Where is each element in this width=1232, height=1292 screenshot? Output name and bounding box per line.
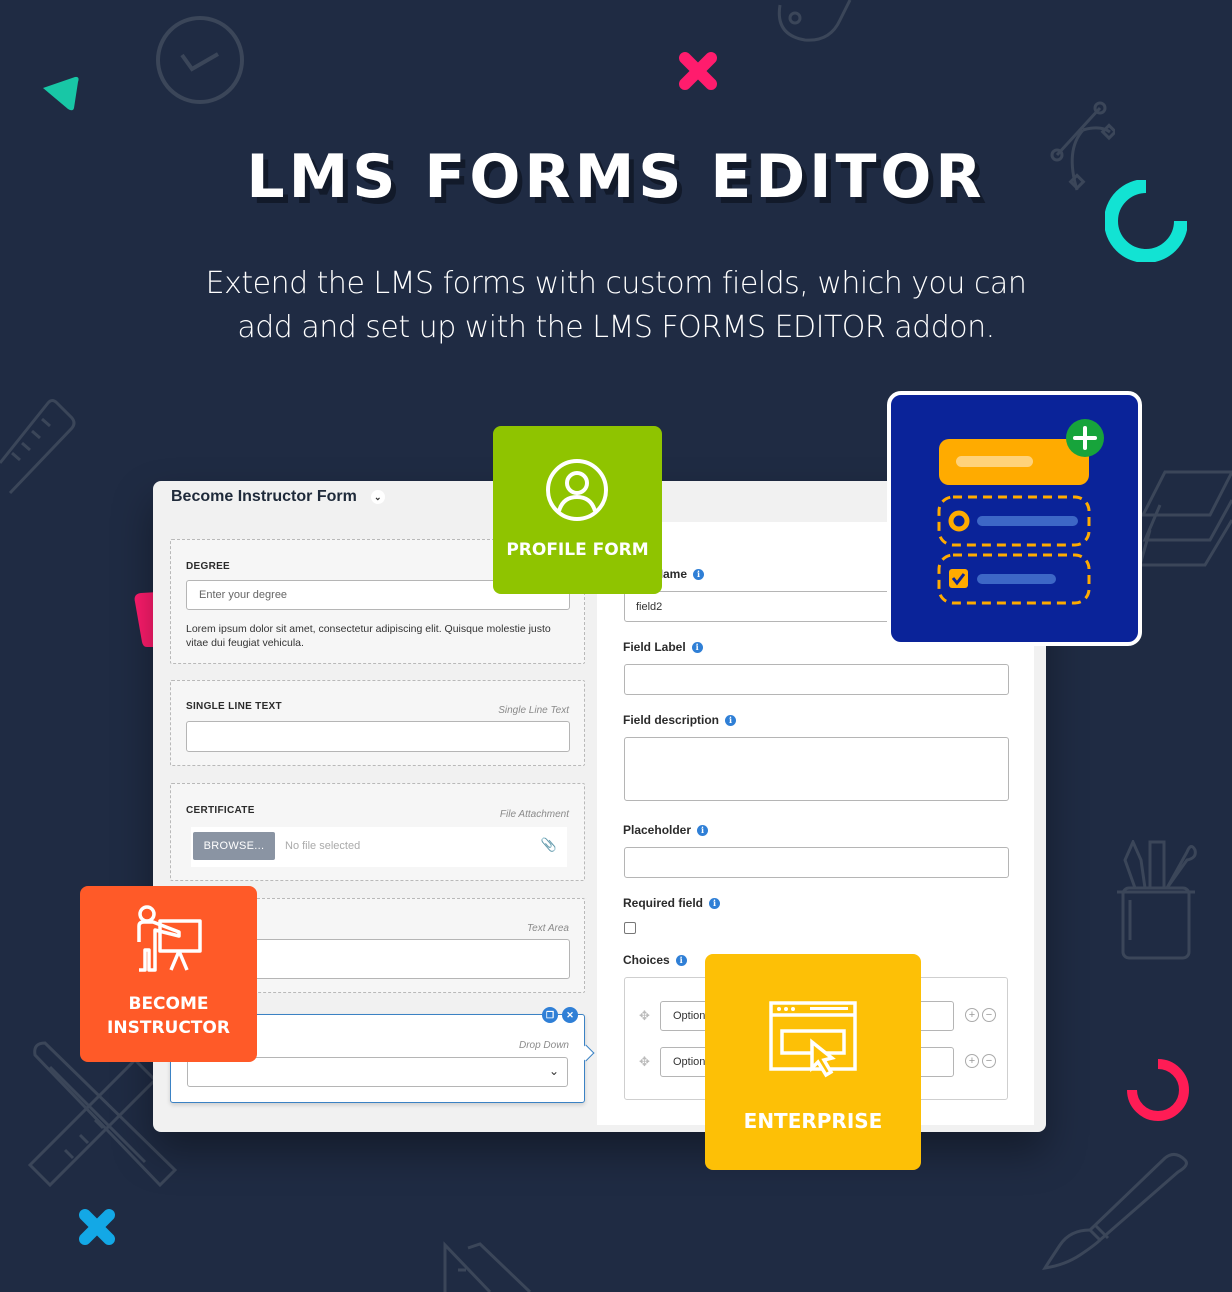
red-ring-shape <box>1126 1058 1190 1122</box>
single-line-text-input[interactable] <box>186 721 570 752</box>
paintbrush-outline-icon <box>1040 1150 1190 1270</box>
required-field-checkbox[interactable] <box>624 922 636 934</box>
field-description-label: Field description i <box>623 713 737 727</box>
required-field-label: Required field i <box>623 896 721 910</box>
clock-outline-icon <box>155 15 245 105</box>
blue-cross-shape <box>77 1207 117 1247</box>
palette-outline-icon <box>770 0 860 45</box>
page-title: LMS FORMS EDITOR <box>246 142 986 212</box>
label-text: Field description <box>623 713 720 727</box>
become-instructor-badge: BECOME INSTRUCTOR <box>80 886 257 1062</box>
enterprise-badge: ENTERPRISE <box>705 954 921 1170</box>
form-builder-illustration <box>937 419 1104 605</box>
form-field-certificate[interactable]: CERTIFICATE File Attachment BROWSE... No… <box>170 783 585 881</box>
choices-label: Choices i <box>623 953 687 967</box>
info-icon[interactable]: i <box>725 714 737 726</box>
layers-outline-icon <box>1140 470 1232 570</box>
subtitle-line: Extend the LMS forms with custom fields,… <box>205 266 1027 301</box>
field-label-label: Field Label i <box>623 640 703 654</box>
label-text: Field Label <box>623 640 686 654</box>
input-value: Option <box>673 1010 706 1022</box>
subtitle-line: add and set up with the LMS FORMS EDITOR… <box>237 310 995 345</box>
label-text: Placeholder <box>623 823 692 837</box>
badge-label: PROFILE FORM <box>506 540 649 560</box>
remove-choice-icon[interactable]: − <box>982 1008 996 1022</box>
file-attachment-input[interactable]: BROWSE... No file selected 📎 <box>191 827 567 867</box>
chevron-down-icon: ⌄ <box>548 1064 559 1078</box>
pencil-ruler-outline-icon <box>440 1240 535 1292</box>
instructor-presenting-icon <box>137 905 202 972</box>
field-type: File Attachment <box>499 809 569 820</box>
chevron-down-icon[interactable]: ⌄ <box>370 490 385 504</box>
duplicate-field-button[interactable]: ❐ <box>542 1007 558 1023</box>
field-help-text: Lorem ipsum dolor sit amet, consectetur … <box>186 623 551 649</box>
input-value: Option <box>673 1056 706 1068</box>
info-icon[interactable]: i <box>691 641 703 653</box>
remove-choice-icon[interactable]: − <box>982 1054 996 1068</box>
teal-triangle-shape <box>40 72 80 112</box>
placeholder-label: Placeholder i <box>623 823 709 837</box>
field-type: Drop Down <box>518 1040 569 1051</box>
info-icon[interactable]: i <box>709 897 721 909</box>
ruler-outline-icon <box>0 398 80 498</box>
add-choice-icon[interactable]: + <box>965 1008 979 1022</box>
profile-form-badge: PROFILE FORM <box>493 426 662 594</box>
field-label: DEGREE <box>186 561 231 572</box>
add-choice-icon[interactable]: + <box>965 1054 979 1068</box>
paperclip-icon: 📎 <box>540 837 557 852</box>
placeholder-input[interactable] <box>624 847 1009 878</box>
field-label: CERTIFICATE <box>186 805 255 816</box>
pencil-cup-outline-icon <box>1115 840 1200 960</box>
file-status: No file selected <box>285 840 361 852</box>
form-selector[interactable]: Become Instructor Form ⌄ <box>171 488 385 506</box>
field-label-input[interactable] <box>624 664 1009 695</box>
info-icon[interactable]: i <box>697 824 709 836</box>
field-type: Single Line Text <box>498 705 569 716</box>
input-value: field2 <box>636 600 663 613</box>
badge-label: BECOME INSTRUCTOR <box>80 992 257 1040</box>
form-field-single-line-text[interactable]: SINGLE LINE TEXT Single Line Text <box>170 680 585 766</box>
browser-click-icon <box>769 1001 857 1078</box>
builder-illustration-badge <box>887 391 1142 646</box>
active-pointer <box>577 1044 595 1062</box>
pink-cross-shape <box>677 50 719 92</box>
badge-label-line: INSTRUCTOR <box>107 1018 230 1038</box>
input-placeholder: Enter your degree <box>199 589 288 601</box>
label-text: Required field <box>623 896 704 910</box>
field-label: SINGLE LINE TEXT <box>186 701 282 712</box>
badge-label: ENTERPRISE <box>743 1109 883 1133</box>
info-icon[interactable]: i <box>693 568 705 580</box>
field-description-textarea[interactable] <box>624 737 1009 801</box>
drag-handle-icon[interactable]: ✥ <box>639 1054 650 1070</box>
field-type: Text Area <box>526 923 569 934</box>
browse-button[interactable]: BROWSE... <box>193 832 275 860</box>
user-circle-icon <box>546 459 608 521</box>
page-subtitle: Extend the LMS forms with custom fields,… <box>150 262 1082 350</box>
label-text: Choices <box>623 953 670 967</box>
delete-field-button[interactable]: ✕ <box>562 1007 578 1023</box>
info-icon[interactable]: i <box>675 954 687 966</box>
form-selector-label: Become Instructor Form <box>171 488 357 505</box>
badge-label-line: BECOME <box>128 994 209 1014</box>
drag-handle-icon[interactable]: ✥ <box>639 1008 650 1024</box>
